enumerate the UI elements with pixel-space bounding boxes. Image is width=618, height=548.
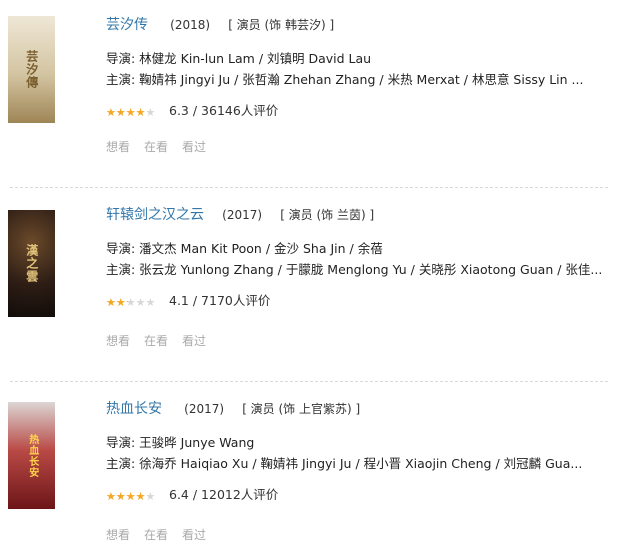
rating-stars: ★★★★★ ★★★★★ <box>106 295 161 308</box>
watching-link[interactable]: 在看 <box>144 332 168 350</box>
want-to-watch-link[interactable]: 想看 <box>106 332 130 350</box>
movie-role: [ 演员 (饰 兰茵) ] <box>280 208 375 222</box>
poster-thumbnail[interactable]: 热血长安 <box>8 402 55 509</box>
watched-link[interactable]: 看过 <box>182 332 206 350</box>
rating-row: ★★★★★ ★★★★★ 4.1 / 7170人评价 <box>106 292 270 310</box>
rating-text: 4.1 / 7170人评价 <box>169 293 271 308</box>
director-line: 导演: 林健龙 Kin-lun Lam / 刘镇明 David Lau <box>106 51 372 66</box>
star-fill-icons: ★★★★★ <box>106 105 145 118</box>
item-divider <box>10 187 608 188</box>
title-row: 芸汐传 (2018) [ 演员 (饰 韩芸汐) ] <box>106 16 334 35</box>
poster-title-art: 热血长安 <box>26 433 38 478</box>
movie-year: (2017) <box>184 402 225 416</box>
title-row: 轩辕剑之汉之云 (2017) [ 演员 (饰 兰茵) ] <box>106 206 374 225</box>
title-row: 热血长安 (2017) [ 演员 (饰 上官紫苏) ] <box>106 400 360 419</box>
movie-title-link[interactable]: 热血长安 <box>106 401 162 417</box>
cast-line: 主演: 鞠婧祎 Jingyi Ju / 张哲瀚 Zhehan Zhang / 米… <box>106 72 584 87</box>
movie-role: [ 演员 (饰 上官紫苏) ] <box>242 402 361 416</box>
rating-stars: ★★★★★ ★★★★★ <box>106 489 161 502</box>
star-fill-icons: ★★★★★ <box>106 295 128 308</box>
watched-link[interactable]: 看过 <box>182 526 206 544</box>
rating-text: 6.4 / 12012人评价 <box>169 487 279 502</box>
movie-title-link[interactable]: 芸汐传 <box>106 17 148 33</box>
rating-stars: ★★★★★ ★★★★★ <box>106 105 161 118</box>
action-links: 想看 在看 看过 <box>106 526 206 544</box>
rating-row: ★★★★★ ★★★★★ 6.3 / 36146人评价 <box>106 102 278 120</box>
watching-link[interactable]: 在看 <box>144 526 168 544</box>
movie-title-link[interactable]: 轩辕剑之汉之云 <box>106 207 204 223</box>
director-line: 导演: 王骏晔 Junye Wang <box>106 435 255 450</box>
action-links: 想看 在看 看过 <box>106 332 206 350</box>
want-to-watch-link[interactable]: 想看 <box>106 526 130 544</box>
item-divider <box>10 381 608 382</box>
poster-title-art: 漢之雲 <box>24 244 39 283</box>
poster-title-art: 芸汐傳 <box>24 50 39 89</box>
cast-line: 主演: 徐海乔 Haiqiao Xu / 鞠婧祎 Jingyi Ju / 程小晋… <box>106 456 583 471</box>
action-links: 想看 在看 看过 <box>106 138 206 156</box>
want-to-watch-link[interactable]: 想看 <box>106 138 130 156</box>
director-line: 导演: 潘文杰 Man Kit Poon / 金沙 Sha Jin / 余蓓 <box>106 241 383 256</box>
poster-thumbnail[interactable]: 漢之雲 <box>8 210 55 317</box>
watching-link[interactable]: 在看 <box>144 138 168 156</box>
rating-row: ★★★★★ ★★★★★ 6.4 / 12012人评价 <box>106 486 278 504</box>
movie-year: (2017) <box>222 208 263 222</box>
movie-role: [ 演员 (饰 韩芸汐) ] <box>228 18 335 32</box>
rating-text: 6.3 / 36146人评价 <box>169 103 279 118</box>
movie-year: (2018) <box>170 18 211 32</box>
watched-link[interactable]: 看过 <box>182 138 206 156</box>
star-fill-icons: ★★★★★ <box>106 489 145 502</box>
poster-thumbnail[interactable]: 芸汐傳 <box>8 16 55 123</box>
cast-line: 主演: 张云龙 Yunlong Zhang / 于朦胧 Menglong Yu … <box>106 262 603 277</box>
